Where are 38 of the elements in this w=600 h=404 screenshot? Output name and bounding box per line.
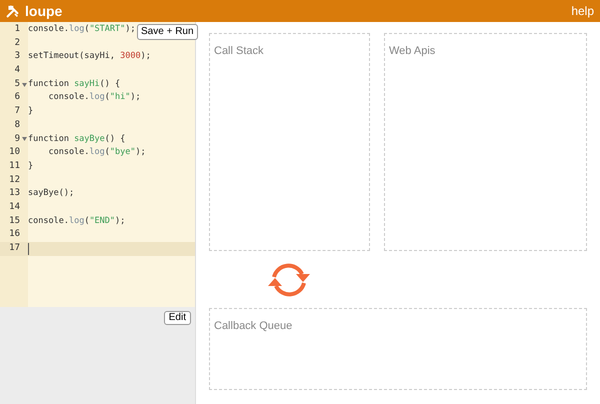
- code-line: sayBye();: [28, 187, 74, 200]
- code-editor[interactable]: [0, 22, 195, 307]
- code-line: function sayHi() {: [28, 78, 120, 91]
- line-number: 17: [8, 242, 20, 255]
- line-number: 1: [14, 23, 20, 36]
- panel-title: Callback Queue: [214, 320, 292, 332]
- edit-button[interactable]: Edit: [164, 311, 191, 325]
- panel-title: Web Apis: [389, 45, 436, 57]
- app-title: loupe: [25, 2, 62, 21]
- tools-icon: [6, 4, 19, 18]
- code-line: function sayBye() {: [28, 132, 126, 146]
- line-number: 3: [14, 50, 20, 64]
- code-line: setTimeout(sayHi, 3000);: [28, 50, 151, 64]
- panel-title: Call Stack: [214, 45, 264, 57]
- fold-caret-icon[interactable]: [22, 82, 26, 87]
- text-cursor: [28, 242, 29, 255]
- line-number: 8: [14, 118, 20, 132]
- save-run-button[interactable]: Save + Run: [137, 24, 198, 40]
- line-number: 2: [14, 36, 20, 50]
- code-line: console.log("START");: [28, 23, 136, 36]
- line-number: 7: [14, 105, 20, 118]
- line-number: 13: [8, 187, 20, 200]
- line-number: 6: [14, 91, 20, 104]
- code-line: console.log("bye");: [47, 146, 146, 160]
- code-line: console.log("hi");: [47, 91, 141, 104]
- line-number: 9: [14, 132, 20, 146]
- line-number: 10: [8, 146, 20, 160]
- line-number: 14: [8, 200, 20, 214]
- code-line: }: [28, 105, 34, 118]
- line-number: 15: [8, 214, 20, 228]
- line-number: 4: [14, 64, 20, 78]
- line-number: 5: [14, 78, 20, 91]
- line-number: 16: [8, 228, 20, 242]
- line-number: 11: [8, 160, 20, 173]
- line-number: 12: [8, 174, 20, 187]
- code-line: console.log("END");: [28, 214, 126, 228]
- code-line: }: [28, 160, 34, 173]
- fold-caret-icon[interactable]: [22, 137, 26, 142]
